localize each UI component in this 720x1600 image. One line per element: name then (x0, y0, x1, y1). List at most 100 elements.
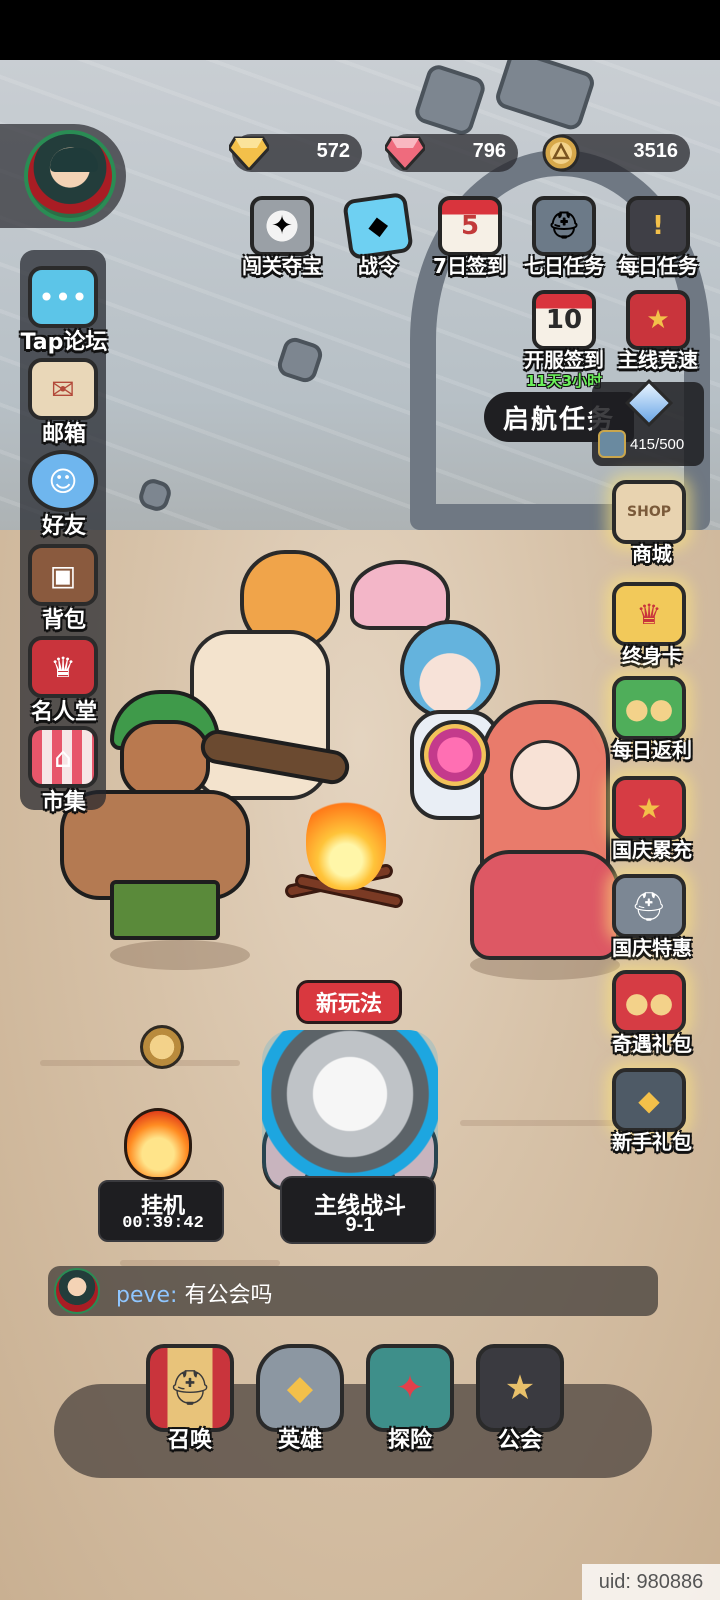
event-label: 每日任务 (618, 254, 698, 278)
quest-chest-icon (598, 430, 626, 458)
player-avatar-frame (0, 124, 126, 228)
main-battle-button[interactable]: 主线战斗 9-1 (280, 1176, 436, 1244)
main-battle-stage: 9-1 (345, 1214, 375, 1236)
compass-icon: ✦ (366, 1344, 454, 1432)
event-7day-signin[interactable]: 5 7日签到 (422, 196, 518, 292)
nav-label: 公会 (497, 1428, 542, 1453)
lotus-flower (350, 560, 450, 630)
gold-gem-amount: 572 (316, 140, 350, 162)
chat-bar[interactable]: peve: 有公会吗 (48, 1266, 658, 1316)
right-item-label: 终身卡 (622, 644, 682, 668)
newbie-pack-button[interactable]: ◆ 新手礼包 (604, 1064, 700, 1160)
warrior-skirt (110, 880, 220, 940)
wolf-emblem-icon[interactable] (262, 1030, 438, 1190)
national-day-deal-button[interactable]: ⛑ 国庆特惠 (604, 870, 700, 966)
sidebar-item-label: 好友 (41, 514, 86, 539)
nav-heroes[interactable]: ◆ 英雄 (250, 1344, 350, 1456)
lifetime-card-button[interactable]: ♛ 终身卡 (604, 578, 700, 674)
princess-dress (470, 850, 620, 960)
gift-box-icon: ●● (612, 970, 686, 1034)
event-stage-treasure[interactable]: ✦ 闯关夺宝 (234, 196, 330, 292)
status-bar (0, 0, 720, 60)
event-daily-tasks[interactable]: ! 每日任务 (610, 196, 706, 292)
red-gem-icon (382, 130, 428, 176)
sidebar-item-mail[interactable]: ✉ 邮箱 (16, 358, 112, 450)
national-day-topup-button[interactable]: ★ 国庆累充 (604, 772, 700, 868)
sidebar-item-friends[interactable]: ☺ 好友 (16, 450, 112, 542)
sidebar-item-tap-forum[interactable]: ••• Tap论坛 (16, 266, 112, 358)
sidebar-item-market[interactable]: ⌂ 市集 (16, 726, 112, 818)
calendar-badge: 10 (545, 305, 583, 335)
event-label: 战令 (358, 254, 398, 278)
campfire-flame (306, 790, 386, 890)
chat-message: peve: 有公会吗 (116, 1277, 272, 1309)
currency-red-gem[interactable]: 796 (385, 134, 518, 172)
quest-reward[interactable]: 415/500 (592, 378, 704, 466)
sidebar-item-label: 市集 (41, 790, 86, 815)
sidebar-item-hall-of-fame[interactable]: ♛ 名人堂 (16, 636, 112, 728)
event-mainline-race[interactable]: ★ 主线竞速 (610, 290, 706, 386)
quest-progress: 415/500 (630, 436, 685, 453)
crystal-sword-icon (624, 378, 674, 428)
event-label: 开服签到 (524, 348, 604, 372)
encounter-pack-button[interactable]: ●● 奇遇礼包 (604, 966, 700, 1062)
right-item-label: 奇遇礼包 (612, 1032, 692, 1056)
hall-of-fame-icon: ♛ (28, 636, 98, 698)
guild-shield-icon: ★ (476, 1344, 564, 1432)
coin-icon[interactable] (140, 1025, 184, 1069)
sidebar-item-label: 名人堂 (30, 700, 97, 725)
player-avatar[interactable] (24, 130, 116, 222)
event-label: 七日任务 (524, 254, 604, 278)
princess-face (510, 740, 580, 810)
right-item-label: 新手礼包 (612, 1130, 692, 1154)
sidebar-item-backpack[interactable]: ▣ 背包 (16, 544, 112, 636)
nav-explore[interactable]: ✦ 探险 (360, 1344, 460, 1456)
idle-timer: 00:39:42 (122, 1214, 204, 1233)
new-mode-tag: 新玩法 (296, 980, 402, 1024)
nav-guild[interactable]: ★ 公会 (470, 1344, 570, 1456)
daily-rebate-button[interactable]: ●● 每日返利 (604, 672, 700, 768)
uid-watermark: uid: 980886 (582, 1564, 720, 1600)
sidebar-item-label: 背包 (41, 608, 86, 633)
shop-tag: SHOP (627, 504, 671, 520)
calendar-icon: 5 (438, 196, 502, 256)
heart-staff (420, 720, 490, 790)
right-item-label: 商城 (632, 542, 672, 566)
shop-bag-icon: SHOP (612, 480, 686, 544)
sidebar-item-label: Tap论坛 (20, 330, 108, 355)
nav-label: 探险 (387, 1428, 432, 1453)
event-battle-pass[interactable]: ◆ 战令 (330, 191, 426, 292)
hero-helmet-icon: ◆ (256, 1344, 344, 1432)
event-label: 主线竞速 (618, 348, 698, 372)
coin-amount: 3516 (633, 140, 679, 162)
gift-box-icon: ●● (612, 676, 686, 740)
coin-icon (538, 130, 584, 176)
task-book-icon: ! (626, 196, 690, 256)
chat-avatar (54, 1268, 100, 1314)
gold-chest-icon: ◆ (612, 1068, 686, 1132)
currency-coin[interactable]: 3516 (542, 134, 690, 172)
event-7day-tasks[interactable]: ⛑ 七日任务 (516, 196, 612, 292)
crown-icon: ♛ (612, 582, 686, 646)
nav-summon[interactable]: ⛑ 召唤 (140, 1344, 240, 1456)
mail-icon: ✉ (28, 358, 98, 420)
shop-button[interactable]: SHOP 商城 (604, 476, 700, 572)
nav-label: 英雄 (277, 1428, 322, 1453)
wolf-emblem-icon: ✦ (250, 196, 314, 256)
chat-sender: peve: (116, 1283, 178, 1308)
idle-button[interactable]: 挂机 00:39:42 (98, 1108, 224, 1242)
sidebar-item-label: 邮箱 (41, 422, 86, 447)
rose-princess[interactable] (470, 700, 620, 970)
nav-label: 召唤 (167, 1428, 212, 1453)
right-item-label: 国庆特惠 (612, 936, 692, 960)
star-chest-icon: ★ (612, 776, 686, 840)
currency-gold-gem[interactable]: 572 (229, 134, 362, 172)
ground-crack (40, 1060, 240, 1066)
star-shield-icon: ★ (626, 290, 690, 350)
gold-gem-icon (226, 130, 272, 176)
market-icon: ⌂ (28, 726, 98, 788)
summon-book-icon: ⛑ (146, 1344, 234, 1432)
event-label: 7日签到 (433, 254, 507, 278)
event-server-signin[interactable]: 10 开服签到 11天3小时 (516, 290, 612, 390)
friends-icon: ☺ (28, 450, 98, 512)
